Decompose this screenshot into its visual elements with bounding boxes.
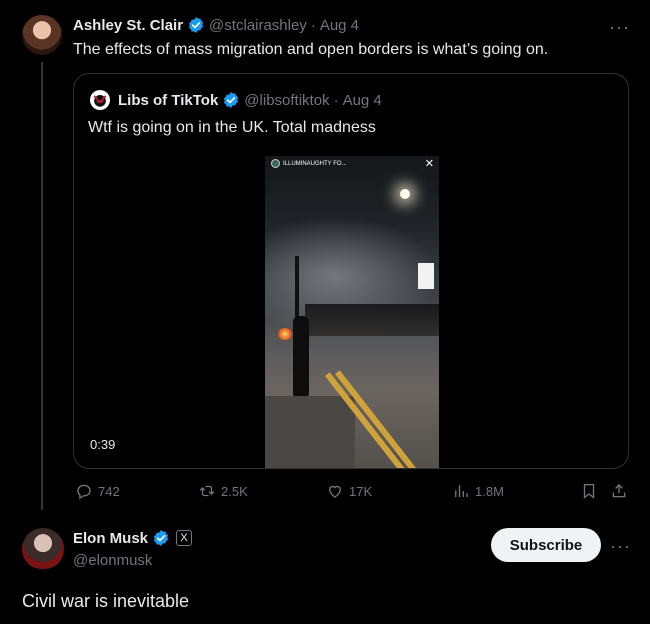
verified-badge-icon bbox=[224, 92, 239, 108]
quoted-post-card[interactable]: Libs of TikTok @libsoftiktok · Aug 4 Wtf… bbox=[73, 73, 629, 469]
author-handle[interactable]: @stclairashley bbox=[209, 17, 307, 34]
video-duration: 0:39 bbox=[90, 437, 116, 452]
channel-avatar-icon bbox=[271, 159, 280, 168]
video-frame-person bbox=[293, 316, 309, 396]
video-frame-pavement bbox=[265, 396, 355, 468]
separator: · bbox=[333, 91, 339, 109]
repost-button[interactable]: 2.5K bbox=[198, 482, 248, 500]
reply-text: Civil war is inevitable bbox=[22, 591, 190, 611]
repost-icon bbox=[199, 485, 215, 497]
quoted-author-name[interactable]: Libs of TikTok bbox=[118, 92, 218, 109]
avatar[interactable] bbox=[22, 15, 62, 55]
reply-button[interactable]: 742 bbox=[75, 482, 120, 500]
post-header: Ashley St. Clair @stclairashley · Aug 4 bbox=[73, 16, 359, 34]
avatar[interactable] bbox=[22, 528, 64, 570]
quoted-author-avatar bbox=[90, 90, 110, 110]
like-button[interactable]: 17K bbox=[326, 482, 372, 500]
verified-badge-icon[interactable] bbox=[187, 16, 205, 34]
verified-badge-icon[interactable] bbox=[152, 529, 170, 547]
author-name[interactable]: Ashley St. Clair bbox=[73, 17, 183, 34]
video-player[interactable]: ILLUMINAUGHTY FO... ✕ bbox=[265, 156, 439, 468]
reply-icon bbox=[77, 484, 91, 500]
video-frame-streetlight bbox=[400, 189, 410, 199]
reply-header: Elon Musk X bbox=[73, 529, 193, 547]
post-text: The effects of mass migration and open b… bbox=[73, 41, 549, 58]
video-frame-crowd bbox=[305, 304, 439, 336]
affiliate-badge-icon[interactable]: X bbox=[176, 530, 193, 546]
bookmark-button[interactable] bbox=[580, 482, 598, 500]
libs-of-tiktok-logo-icon bbox=[93, 95, 107, 107]
bookmark-icon bbox=[583, 483, 595, 499]
video-overlay-close-icon: ✕ bbox=[424, 158, 434, 170]
heart-icon bbox=[329, 485, 341, 498]
reply-author-handle[interactable]: @elonmusk bbox=[73, 552, 152, 569]
views-button[interactable]: 1.8M bbox=[452, 482, 504, 500]
repost-count: 2.5K bbox=[221, 483, 248, 499]
subscribe-button[interactable]: Subscribe bbox=[491, 528, 601, 562]
share-button[interactable] bbox=[610, 482, 628, 500]
view-count: 1.8M bbox=[475, 483, 504, 499]
separator: · bbox=[310, 16, 316, 34]
quoted-author-handle: @libsoftiktok bbox=[244, 91, 330, 109]
video-frame-sign bbox=[418, 263, 434, 289]
action-bar: 742 2.5K 17K 1.8M bbox=[73, 482, 629, 502]
like-count: 17K bbox=[349, 483, 373, 499]
reply-count: 742 bbox=[98, 483, 120, 499]
quoted-post-text: Wtf is going on in the UK. Total madness bbox=[88, 119, 376, 136]
post-date[interactable]: Aug 4 bbox=[320, 17, 359, 34]
video-overlay-caption: ILLUMINAUGHTY FO... bbox=[271, 159, 347, 168]
reply-author-name[interactable]: Elon Musk bbox=[73, 530, 148, 547]
thread-connector-line bbox=[41, 62, 43, 510]
more-options-button[interactable]: ··· bbox=[610, 537, 631, 555]
views-icon bbox=[455, 485, 468, 497]
quoted-post-date: Aug 4 bbox=[342, 91, 382, 109]
video-overlay-caption-text: ILLUMINAUGHTY FO... bbox=[283, 160, 347, 167]
quoted-post-header: Libs of TikTok @libsoftiktok · Aug 4 bbox=[118, 91, 382, 109]
video-frame-fire bbox=[277, 328, 293, 340]
share-icon bbox=[612, 484, 626, 498]
more-options-button[interactable]: ··· bbox=[609, 18, 630, 36]
